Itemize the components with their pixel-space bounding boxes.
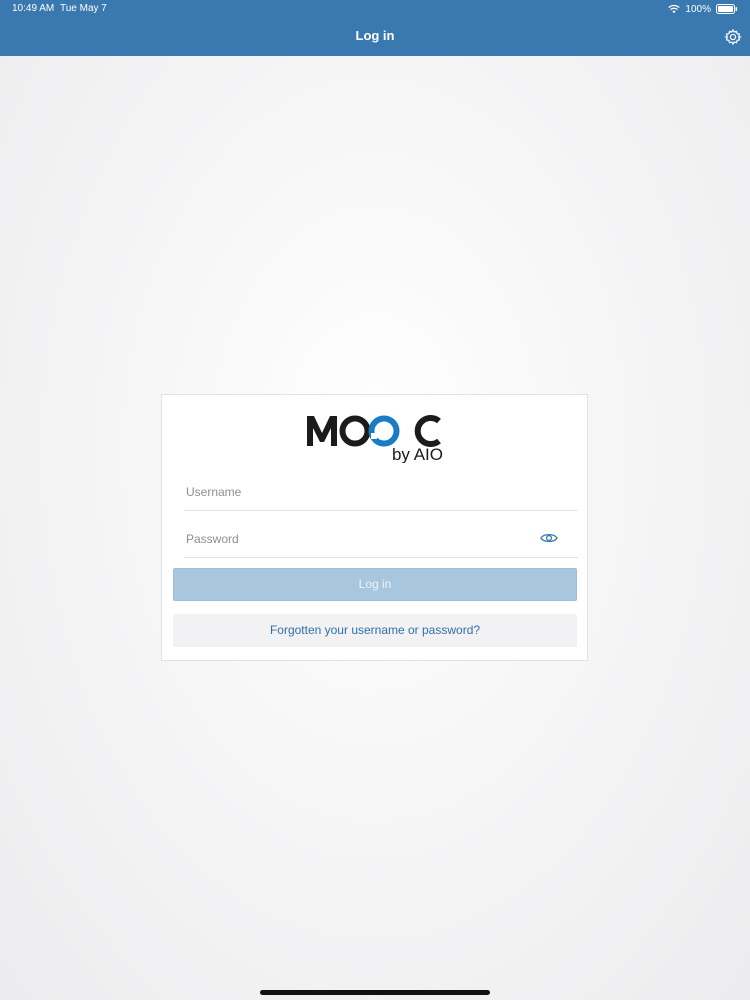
- mooc-logo: by AIO: [305, 403, 445, 463]
- username-input[interactable]: [184, 473, 526, 510]
- password-input[interactable]: [184, 520, 526, 557]
- password-field-wrapper: [184, 520, 578, 558]
- status-date: Tue May 7: [60, 3, 107, 14]
- status-time: 10:49 AM: [12, 3, 55, 14]
- battery-percentage: 100%: [685, 3, 711, 15]
- logo-subtext: by AIO: [392, 445, 443, 463]
- forgot-credentials-button[interactable]: Forgotten your username or password?: [173, 614, 577, 647]
- username-field-wrapper: [184, 473, 578, 511]
- battery-icon: [716, 4, 738, 14]
- login-card: by AIO Log in Forgotten your username or…: [161, 394, 588, 661]
- top-app-bar: 10:49 AM Tue May 7 100% Log in: [0, 0, 750, 56]
- status-indicators: 100%: [668, 2, 738, 16]
- page-title: Log in: [355, 28, 395, 43]
- show-password-eye-icon[interactable]: [540, 531, 558, 545]
- login-button[interactable]: Log in: [173, 568, 577, 601]
- settings-gear-icon[interactable]: [724, 28, 742, 46]
- wifi-icon: [668, 4, 681, 14]
- home-indicator[interactable]: [260, 990, 490, 995]
